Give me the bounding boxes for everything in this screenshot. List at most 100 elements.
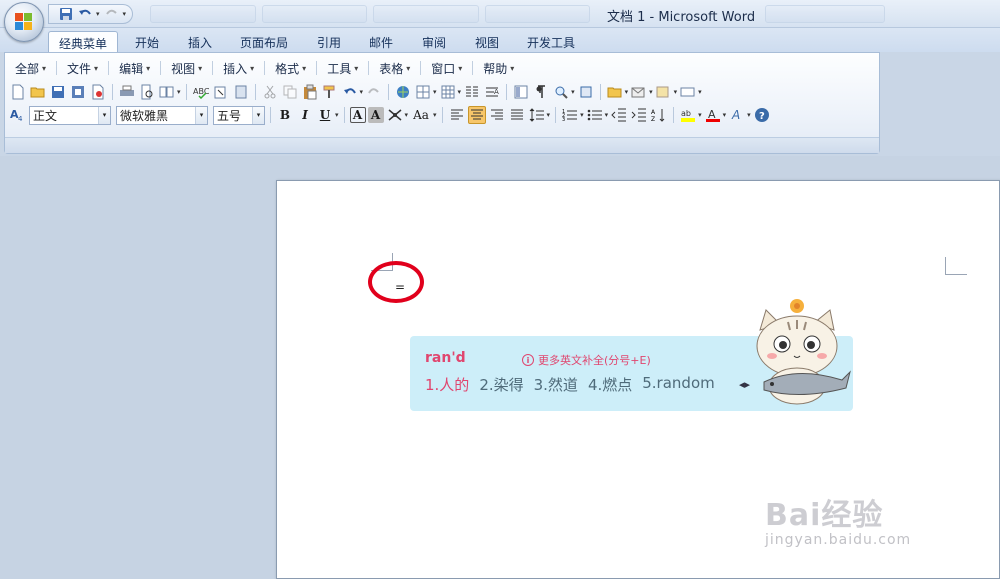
text-effects-icon[interactable]: [386, 106, 404, 124]
underline-button[interactable]: U: [316, 106, 334, 124]
chevron-down-icon[interactable]: ▾: [698, 111, 702, 119]
chevron-down-icon[interactable]: ▾: [747, 111, 751, 119]
thesaurus-button[interactable]: [232, 83, 250, 101]
undo-dropdown-icon[interactable]: ▾: [96, 10, 100, 18]
chevron-down-icon[interactable]: ▾: [252, 106, 264, 124]
drawing-button[interactable]: A: [483, 83, 501, 101]
chevron-down-icon[interactable]: ▾: [547, 111, 551, 119]
chevron-down-icon[interactable]: ▾: [674, 88, 678, 96]
ime-candidate[interactable]: 4.燃点: [588, 374, 632, 395]
menu-format[interactable]: 格式 ▾: [267, 58, 314, 78]
menu-all[interactable]: 全部 ▾: [7, 58, 54, 78]
copy-button[interactable]: [281, 83, 299, 101]
highlight-icon[interactable]: ab: [679, 106, 697, 124]
decrease-indent-icon[interactable]: [610, 106, 628, 124]
ime-candidate-window[interactable]: ran'd i 更多英文补全(分号+E) 1.人的 2.染得 3.然道 4.燃点…: [410, 299, 853, 411]
chevron-down-icon[interactable]: ▾: [195, 106, 207, 124]
research-button[interactable]: [212, 83, 230, 101]
style-combobox[interactable]: 正文 ▾: [29, 105, 111, 125]
columns-button[interactable]: [463, 83, 481, 101]
ime-candidate[interactable]: 3.然道: [534, 374, 578, 395]
align-left-icon[interactable]: [448, 106, 466, 124]
ime-candidate[interactable]: 1.人的: [425, 374, 469, 395]
chevron-down-icon[interactable]: ▾: [698, 88, 702, 96]
tab-page-layout[interactable]: 页面布局: [232, 31, 296, 52]
customize-qat-icon[interactable]: ▾: [123, 10, 127, 18]
comment-button[interactable]: [679, 83, 697, 101]
attach-button[interactable]: [655, 83, 673, 101]
text-effects-color-icon[interactable]: A: [728, 106, 746, 124]
character-shading-button[interactable]: A: [367, 107, 384, 123]
save-button[interactable]: [49, 83, 67, 101]
chevron-down-icon[interactable]: ▾: [571, 88, 575, 96]
bullets-icon[interactable]: [586, 106, 604, 124]
sort-icon[interactable]: AZ: [650, 106, 668, 124]
tab-insert[interactable]: 插入: [179, 31, 221, 52]
chevron-down-icon[interactable]: ▾: [177, 88, 181, 96]
spelling-button[interactable]: ABC: [192, 83, 210, 101]
chevron-down-icon[interactable]: ▾: [98, 106, 110, 124]
chevron-down-icon[interactable]: ▾: [433, 88, 437, 96]
styles-icon[interactable]: A4: [9, 106, 27, 124]
chevron-down-icon[interactable]: ▾: [360, 88, 364, 96]
line-spacing-icon[interactable]: [528, 106, 546, 124]
menu-file[interactable]: 文件 ▾: [59, 58, 106, 78]
format-painter-button[interactable]: [321, 83, 339, 101]
tab-classic-menu[interactable]: 经典菜单: [48, 31, 118, 53]
chevron-down-icon[interactable]: ▾: [335, 111, 339, 119]
folder-button[interactable]: [606, 83, 624, 101]
menu-help[interactable]: 帮助 ▾: [475, 58, 522, 78]
redo-icon[interactable]: [105, 7, 119, 21]
italic-button[interactable]: I: [296, 106, 314, 124]
export-pdf-button[interactable]: [89, 83, 107, 101]
menu-view[interactable]: 视图 ▾: [163, 58, 210, 78]
chevron-down-icon[interactable]: ▾: [433, 111, 437, 119]
insert-table-button[interactable]: [439, 83, 457, 101]
envelope-button[interactable]: [630, 83, 648, 101]
font-size-combobox[interactable]: 五号 ▾: [213, 105, 265, 125]
menu-edit[interactable]: 编辑 ▾: [111, 58, 158, 78]
hyperlink-button[interactable]: [394, 83, 412, 101]
undo-icon[interactable]: [78, 7, 92, 21]
chevron-down-icon[interactable]: ▾: [458, 88, 462, 96]
menu-tools[interactable]: 工具 ▾: [319, 58, 366, 78]
permission-button[interactable]: [69, 83, 87, 101]
font-combobox[interactable]: 微软雅黑 ▾: [116, 105, 208, 125]
print-button[interactable]: [118, 83, 136, 101]
change-case-button[interactable]: Aa: [410, 106, 432, 124]
open-button[interactable]: [29, 83, 47, 101]
ime-tip[interactable]: i 更多英文补全(分号+E): [522, 352, 651, 368]
tab-view[interactable]: 视图: [466, 31, 508, 52]
zoom-button[interactable]: [552, 83, 570, 101]
cut-button[interactable]: [261, 83, 279, 101]
chevron-down-icon[interactable]: ▾: [605, 111, 609, 119]
chevron-down-icon[interactable]: ▾: [405, 111, 409, 119]
full-screen-button[interactable]: [577, 83, 595, 101]
tab-mailings[interactable]: 邮件: [360, 31, 402, 52]
paste-button[interactable]: [301, 83, 319, 101]
tab-developer[interactable]: 开发工具: [518, 31, 584, 52]
tab-references[interactable]: 引用: [308, 31, 350, 52]
ime-candidate[interactable]: 2.染得: [479, 374, 523, 395]
increase-indent-icon[interactable]: [630, 106, 648, 124]
tab-home[interactable]: 开始: [126, 31, 168, 52]
menu-window[interactable]: 窗口 ▾: [423, 58, 470, 78]
print-preview-button[interactable]: [138, 83, 156, 101]
help-icon[interactable]: ?: [753, 106, 771, 124]
align-center-icon[interactable]: [467, 106, 486, 124]
chevron-down-icon[interactable]: ▾: [723, 111, 727, 119]
document-map-button[interactable]: [512, 83, 530, 101]
ime-candidate[interactable]: 5.random: [642, 374, 715, 395]
new-document-button[interactable]: [9, 83, 27, 101]
justify-icon[interactable]: [508, 106, 526, 124]
character-border-button[interactable]: A: [349, 107, 366, 123]
redo-button[interactable]: [365, 83, 383, 101]
bold-button[interactable]: B: [276, 106, 294, 124]
tables-borders-button[interactable]: [414, 83, 432, 101]
tab-review[interactable]: 审阅: [413, 31, 455, 52]
numbering-icon[interactable]: 123: [561, 106, 579, 124]
save-icon[interactable]: [59, 7, 73, 21]
show-hide-button[interactable]: [532, 83, 550, 101]
office-button[interactable]: [4, 2, 44, 42]
font-color-icon[interactable]: A: [704, 106, 722, 124]
